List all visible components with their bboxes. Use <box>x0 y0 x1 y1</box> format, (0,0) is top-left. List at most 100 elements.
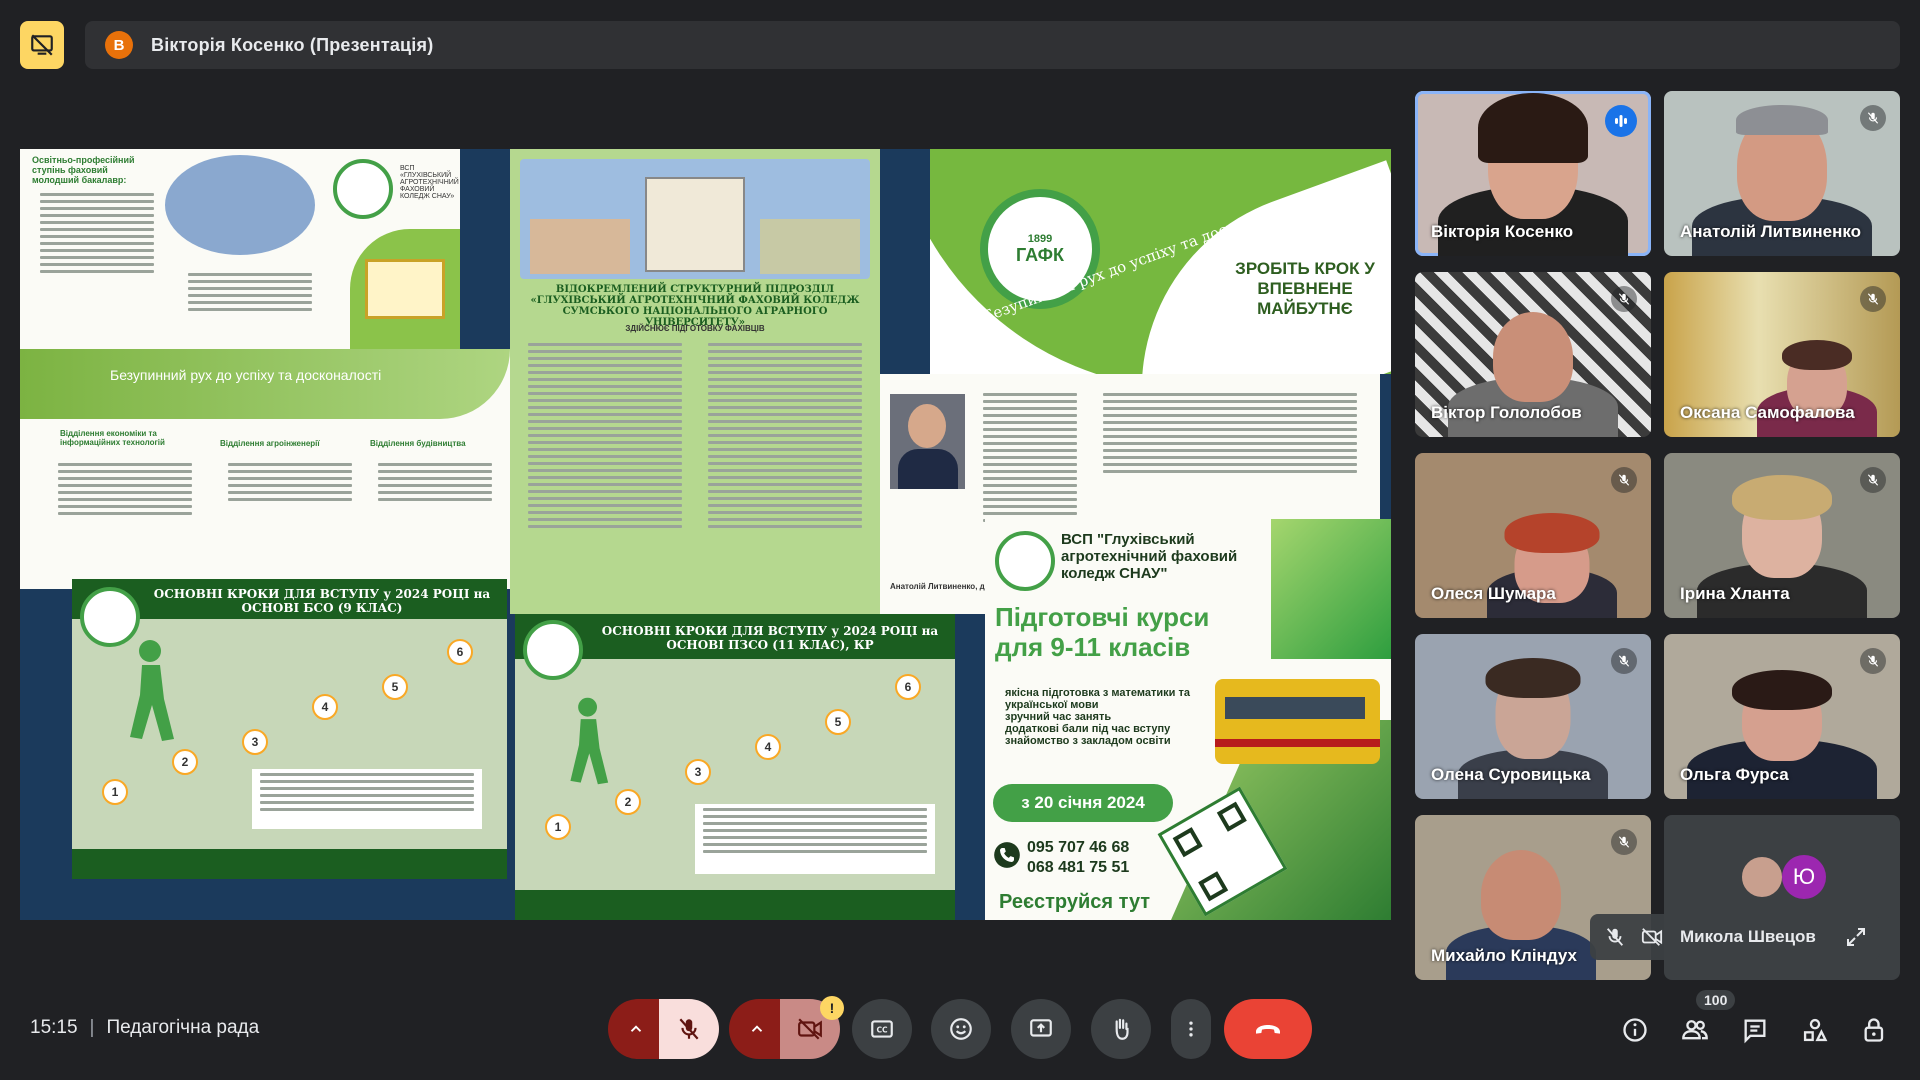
meeting-details-button[interactable] <box>1617 1012 1653 1048</box>
phone-1: 095 707 46 68 <box>1027 839 1130 856</box>
courses-title: Підготовчі курси для 9-11 класів <box>995 602 1210 662</box>
captions-button[interactable]: CC <box>852 999 912 1059</box>
steps-emblem-1 <box>80 587 140 647</box>
mic-off-icon <box>1604 926 1626 953</box>
mic-options-button[interactable] <box>608 999 663 1059</box>
camera-options-button[interactable] <box>729 999 784 1059</box>
camera-warning-badge: ! <box>820 996 844 1020</box>
raise-hand-button[interactable] <box>1091 999 1151 1059</box>
participant-tile[interactable]: Анатолій Литвиненко <box>1664 91 1900 256</box>
participant-name: Оксана Самофалова <box>1680 403 1855 422</box>
presentation-title: Вікторія Косенко (Презентація) <box>151 34 434 55</box>
slide-departments-panel: Безупинний рух до успіху та досконалості… <box>20 349 510 589</box>
slide-motto: Безупинний рух до успіху та досконалості <box>110 367 382 383</box>
shared-presentation: Освітньо-професійний ступінь фаховий мол… <box>20 149 1391 920</box>
participant-name: Анатолій Литвиненко <box>1680 222 1862 241</box>
participant-name: Ірина Хланта <box>1680 584 1790 603</box>
center-subtitle: ЗДІЙСНЮЄ ПІДГОТОВКУ ФАХІВЦІВ <box>625 324 765 333</box>
courses-item: якісна підготовка з математики та україн… <box>1005 687 1190 711</box>
participant-tile[interactable]: Оксана Самофалова <box>1664 272 1900 437</box>
walking-person-icon <box>130 640 174 741</box>
slide-left-top-panel: Освітньо-професійний ступінь фаховий мол… <box>20 149 460 349</box>
participant-name: Ольга Фурса <box>1680 765 1789 784</box>
host-controls-button[interactable] <box>1857 1012 1893 1048</box>
mic-off-icon <box>1860 286 1886 312</box>
others-tile-name: Микола Швецов <box>1680 927 1816 946</box>
hand-icon <box>1115 1018 1129 1040</box>
tile-hover-overlay: Микола Швецов <box>1590 914 1880 960</box>
end-call-icon <box>1256 1025 1280 1034</box>
presenter-avatar: В <box>105 31 133 59</box>
courses-item: додаткові бали під час вступу <box>1005 723 1171 735</box>
steps-emblem-2 <box>523 620 583 680</box>
participant-tile[interactable]: Олена Суровицька <box>1415 634 1651 799</box>
slide-center-panel: ВІДОКРЕМЛЕНИЙ СТРУКТУРНИЙ ПІДРОЗДІЛ «ГЛУ… <box>510 149 880 614</box>
slide-courses-panel: ВСП "Глухівський агротехнічний фаховий к… <box>985 519 1391 920</box>
present-now-button[interactable] <box>1011 999 1071 1059</box>
mic-off-icon <box>1611 467 1637 493</box>
steps-title-11: ОСНОВНІ КРОКИ ДЛЯ ВСТУПУ у 2024 РОЦІ на … <box>601 624 939 652</box>
mic-off-icon <box>1860 105 1886 131</box>
present-screen-icon <box>1030 1019 1052 1037</box>
mic-off-icon <box>1860 648 1886 674</box>
dept-construction: Відділення будівництва <box>370 439 466 448</box>
info-icon <box>1623 1018 1647 1042</box>
reactions-button[interactable] <box>931 999 991 1059</box>
participant-name: Олеся Шумара <box>1431 584 1556 603</box>
bus-photo <box>1215 679 1380 764</box>
mic-off-icon <box>679 1018 699 1040</box>
mic-off-icon <box>1611 648 1637 674</box>
chat-button[interactable] <box>1737 1012 1773 1048</box>
mic-off-icon <box>1611 286 1637 312</box>
participant-tile[interactable]: Ірина Хланта <box>1664 453 1900 618</box>
participant-tile[interactable]: Ольга Фурса <box>1664 634 1900 799</box>
dept-economy: Відділення економіки та інформаційних те… <box>60 429 165 447</box>
meeting-info: 15:15 | Педагогічна рада <box>30 1017 260 1038</box>
microphone-toggle-button[interactable] <box>659 999 719 1059</box>
closed-captions-icon: CC <box>871 1020 893 1038</box>
register-label: Реєструйся тут <box>999 891 1151 913</box>
participant-tile[interactable]: Віктор Гололобов <box>1415 272 1651 437</box>
stop-presenting-button[interactable] <box>20 21 64 69</box>
slide-left-header: Освітньо-професійний ступінь фаховий мол… <box>32 155 135 185</box>
center-title: ВІДОКРЕМЛЕНИЙ СТРУКТУРНИЙ ПІДРОЗДІЛ «ГЛУ… <box>530 284 860 328</box>
phone-icon <box>994 842 1020 868</box>
people-button[interactable] <box>1677 1012 1713 1048</box>
mic-off-icon <box>1611 829 1637 855</box>
emblem-text: ГАФК <box>1016 244 1064 265</box>
mic-off-icon <box>1860 467 1886 493</box>
emoji-icon <box>950 1018 972 1040</box>
phone-2: 068 481 75 51 <box>1027 859 1130 876</box>
present-off-icon <box>31 34 53 56</box>
activities-button[interactable] <box>1797 1012 1833 1048</box>
steps-panel-11-class: ОСНОВНІ КРОКИ ДЛЯ ВСТУПУ у 2024 РОЦІ на … <box>515 614 955 920</box>
right-slogan: ЗРОБІТЬ КРОК У ВПЕВНЕНЕ МАЙБУТНЄ <box>1235 259 1375 318</box>
director-photo <box>890 394 965 489</box>
courses-emblem <box>995 531 1055 591</box>
presentation-bar: В Вікторія Косенко (Презентація) <box>85 21 1900 69</box>
graduates-photo <box>165 155 315 255</box>
participant-tile[interactable]: Олеся Шумара <box>1415 453 1651 618</box>
expand-icon[interactable] <box>1844 925 1868 954</box>
courses-date: з 20 січня 2024 <box>993 784 1173 822</box>
meeting-title: Педагогічна рада <box>106 1017 260 1038</box>
participant-tile[interactable]: Вікторія Косенко <box>1415 91 1651 256</box>
participant-name: Михайло Кліндух <box>1431 946 1577 965</box>
chevron-up-icon <box>630 1025 641 1032</box>
participant-name: Олена Суровицька <box>1431 765 1591 784</box>
slide-right-top-panel: 1899 ГАФК Безупинний рух до успіху та до… <box>930 149 1391 374</box>
others-avatar-photo <box>1740 855 1784 899</box>
activities-icon <box>1803 1018 1828 1042</box>
college-building-icon <box>365 259 445 319</box>
speaking-indicator-icon <box>1605 105 1637 137</box>
participant-name: Віктор Гололобов <box>1431 403 1582 422</box>
participants-count-badge: 100 <box>1696 990 1736 1010</box>
college-emblem-small <box>333 159 393 219</box>
clock-time: 15:15 <box>30 1017 78 1038</box>
participant-name: Вікторія Косенко <box>1431 222 1574 241</box>
leave-call-button[interactable] <box>1224 999 1312 1059</box>
more-options-button[interactable] <box>1171 999 1211 1059</box>
courses-list: якісна підготовка з математики та україн… <box>1005 687 1215 747</box>
people-icon <box>1682 1020 1708 1040</box>
camera-off-icon <box>798 1018 822 1040</box>
